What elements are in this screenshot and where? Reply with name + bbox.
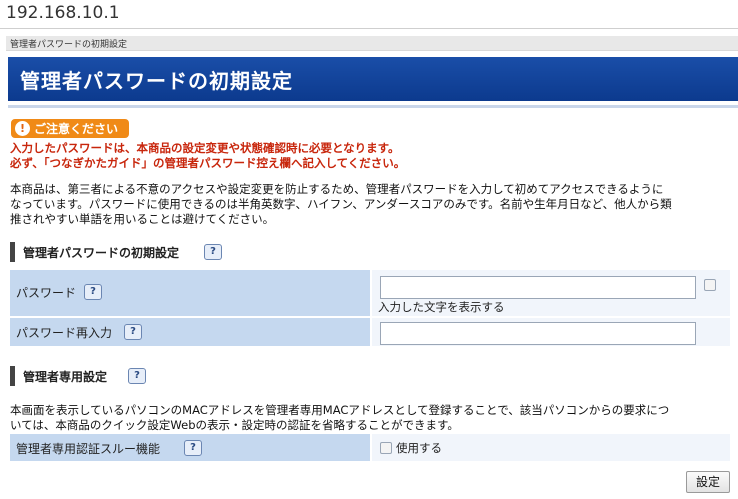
auth-bypass-label-cell: 管理者専用認証スルー機能 ? bbox=[10, 434, 370, 461]
notice-line-1: 入力したパスワードは、本商品の設定変更や状態確認時に必要となります。 bbox=[10, 141, 400, 155]
page-title: 管理者パスワードの初期設定 bbox=[20, 69, 293, 93]
submit-button[interactable]: 設定 bbox=[686, 471, 730, 493]
intro-text: 本商品は、第三者による不意のアクセスや設定変更を防止するため、管理者パスワードを… bbox=[10, 182, 728, 227]
password-confirm-input-cell bbox=[372, 318, 730, 346]
section-marker bbox=[10, 366, 15, 386]
intro-line-2: なっています。パスワードに使用できるのは半角英数字、ハイフン、アンダースコアのみ… bbox=[10, 197, 672, 211]
help-icon[interactable]: ? bbox=[84, 284, 102, 300]
table-row-password-confirm: パスワード再入力 ? bbox=[10, 318, 730, 346]
password-input-cell: 入力した文字を表示する bbox=[372, 270, 730, 316]
password-confirm-label-cell: パスワード再入力 ? bbox=[10, 318, 370, 346]
intro-line-1: 本商品は、第三者による不意のアクセスや設定変更を防止するため、管理者パスワードを… bbox=[10, 182, 664, 196]
intro-line-3: 推されやすい単語を用いることは避けてください。 bbox=[10, 212, 275, 226]
section-title-admin: 管理者専用設定 bbox=[23, 370, 108, 384]
help-icon[interactable]: ? bbox=[124, 324, 142, 340]
use-checkbox[interactable] bbox=[380, 442, 392, 454]
notice-line-2: 必ず、「つなぎかたガイド」の管理者パスワード控え欄へ記入してください。 bbox=[10, 156, 406, 170]
password-confirm-label: パスワード再入力 bbox=[16, 326, 113, 340]
password-label-cell: パスワード ? bbox=[10, 270, 370, 316]
section-header-password: 管理者パスワードの初期設定 ? bbox=[10, 242, 250, 262]
help-icon[interactable]: ? bbox=[204, 244, 222, 260]
use-label: 使用する bbox=[396, 441, 442, 455]
table-row-auth-bypass: 管理者専用認証スルー機能 ? 使用する bbox=[10, 434, 730, 461]
auth-bypass-label: 管理者専用認証スルー機能 bbox=[16, 442, 161, 456]
title-underline bbox=[8, 105, 738, 108]
admin-desc-line-2: いては、本商品のクイック設定Webの表示・設定時の認証を省略することができます。 bbox=[10, 418, 459, 432]
breadcrumb: 管理者パスワードの初期設定 bbox=[6, 36, 738, 51]
admin-description: 本画面を表示しているパソコンのMACアドレスを管理者専用MACアドレスとして登録… bbox=[10, 403, 728, 433]
show-chars-checkbox[interactable] bbox=[704, 279, 716, 291]
breadcrumb-text: 管理者パスワードの初期設定 bbox=[10, 40, 128, 50]
help-icon[interactable]: ? bbox=[184, 440, 202, 456]
notice-badge: ! ご注意ください bbox=[11, 119, 129, 138]
password-confirm-input[interactable] bbox=[380, 322, 696, 345]
admin-desc-line-1: 本画面を表示しているパソコンのMACアドレスを管理者専用MACアドレスとして登録… bbox=[10, 403, 670, 417]
password-input[interactable] bbox=[380, 276, 696, 299]
section-header-admin: 管理者専用設定 ? bbox=[10, 366, 190, 386]
help-icon[interactable]: ? bbox=[128, 368, 146, 384]
page-title-banner: 管理者パスワードの初期設定 bbox=[8, 57, 738, 101]
address-bar-url[interactable]: 192.168.10.1 bbox=[6, 3, 120, 23]
section-marker bbox=[10, 242, 15, 262]
exclamation-icon: ! bbox=[15, 121, 30, 136]
section-title-password: 管理者パスワードの初期設定 bbox=[23, 246, 180, 260]
password-label: パスワード bbox=[16, 286, 77, 300]
show-chars-label: 入力した文字を表示する bbox=[378, 300, 505, 314]
table-row-password: パスワード ? 入力した文字を表示する bbox=[10, 270, 730, 316]
notice-badge-label: ご注意ください bbox=[34, 122, 119, 136]
auth-bypass-control-cell: 使用する bbox=[372, 434, 730, 461]
address-bar[interactable]: 192.168.10.1 bbox=[0, 0, 738, 29]
